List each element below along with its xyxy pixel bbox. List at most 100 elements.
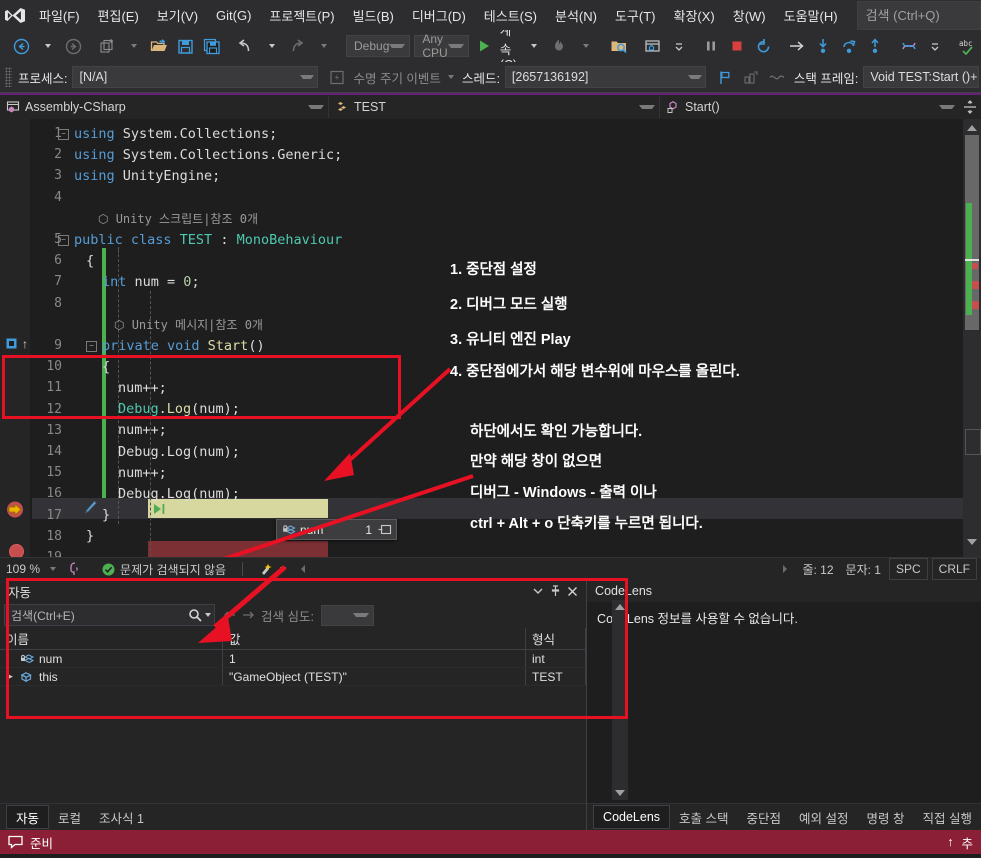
- save-icon[interactable]: [172, 34, 198, 58]
- code-text[interactable]: using System.Collections;: [70, 126, 963, 142]
- navbar-member-combo[interactable]: Start(): [660, 96, 959, 118]
- scroll-up-arrow-icon[interactable]: [967, 125, 977, 131]
- search-depth-combo[interactable]: [320, 604, 374, 626]
- menu-item-help[interactable]: 도움말(H): [775, 1, 847, 30]
- save-all-icon[interactable]: [198, 34, 224, 58]
- code-text[interactable]: public class TEST : MonoBehaviour: [70, 232, 963, 248]
- continue-dropdown[interactable]: [520, 34, 546, 58]
- platform-combo[interactable]: Any CPU: [414, 32, 469, 60]
- code-text[interactable]: Debug.Log(num);: [70, 401, 963, 417]
- unity-inheritance-icon[interactable]: [6, 338, 20, 352]
- new-project-dropdown[interactable]: [120, 34, 146, 58]
- lifecycle-events-label[interactable]: 수명 주기 이벤트: [353, 68, 440, 87]
- menu-item-project[interactable]: 프로젝트(P): [260, 1, 343, 30]
- scroll-down-arrow-icon[interactable]: [615, 790, 625, 796]
- tab-locals[interactable]: 로컬: [49, 806, 90, 828]
- continue-button-label[interactable]: 계속(C): [497, 30, 520, 62]
- spell-check-icon[interactable]: abc: [954, 34, 980, 58]
- process-combo[interactable]: [N/A]: [72, 66, 319, 88]
- hot-reload-icon[interactable]: [546, 34, 572, 58]
- restore-layout-dropdown[interactable]: [666, 34, 692, 58]
- scroll-down-arrow-icon[interactable]: [967, 539, 977, 545]
- codelens-window[interactable]: CodeLens CodeLens 정보를 사용할 수 없습니다. CodeLe…: [587, 580, 981, 830]
- code-editor[interactable]: −1 using System.Collections; 2 using System…: [0, 119, 981, 557]
- restore-layout-icon[interactable]: [640, 34, 666, 58]
- configuration-combo[interactable]: Debug: [346, 35, 411, 57]
- zoom-level[interactable]: 109 %: [0, 559, 62, 579]
- chevron-down-icon[interactable]: [532, 586, 544, 596]
- redo-icon[interactable]: [284, 34, 310, 58]
- undo-icon[interactable]: [232, 34, 258, 58]
- menu-item-file[interactable]: 파일(F): [30, 1, 89, 30]
- menu-item-build[interactable]: 빌드(B): [344, 1, 403, 30]
- step-over-icon[interactable]: [836, 34, 862, 58]
- open-file-icon[interactable]: [146, 34, 172, 58]
- menu-item-window[interactable]: 창(W): [724, 1, 775, 30]
- autos-grid[interactable]: 이름 값 형식 num 1 int ▶ this "GameObject (TEST)" T…: [0, 628, 587, 803]
- close-icon[interactable]: [567, 586, 578, 597]
- tab-codelens[interactable]: CodeLens: [593, 805, 671, 829]
- row-expander-icon[interactable]: ▶: [6, 671, 18, 682]
- scroll-right-arrow-icon[interactable]: [774, 559, 796, 579]
- show-next-statement-icon[interactable]: [784, 34, 810, 58]
- thread-combo[interactable]: [2657136192]: [504, 66, 706, 88]
- navigate-forward-icon[interactable]: [60, 34, 86, 58]
- undo-dropdown[interactable]: [258, 34, 284, 58]
- attach-to-process-icon[interactable]: [606, 34, 632, 58]
- code-text[interactable]: using UnityEngine;: [70, 168, 963, 184]
- menu-item-analyze[interactable]: 분석(N): [546, 1, 606, 30]
- feedback-icon[interactable]: [8, 835, 23, 849]
- codelens-reference-text[interactable]: ⬡ Unity 스크립트|참조 0개: [98, 212, 258, 226]
- screen-reader-icon[interactable]: [62, 559, 88, 579]
- cell-value[interactable]: 1: [223, 650, 526, 667]
- hot-reload-dropdown[interactable]: [572, 34, 598, 58]
- table-row[interactable]: num 1 int: [0, 650, 587, 668]
- stack-frame-combo[interactable]: Void TEST:Start ()+0xf at D:\Un: [863, 66, 979, 88]
- stop-debugging-icon[interactable]: [724, 34, 750, 58]
- quick-search-box[interactable]: 검색 (Ctrl+Q): [856, 0, 981, 30]
- menu-item-git[interactable]: Git(G): [207, 3, 260, 28]
- menu-item-view[interactable]: 보기(V): [148, 1, 207, 30]
- thread-filter-icon[interactable]: [764, 65, 790, 89]
- menu-item-test[interactable]: 테스트(S): [475, 1, 546, 30]
- tab-call-stack[interactable]: 호출 스택: [670, 806, 737, 828]
- start-debug-icon[interactable]: [471, 34, 497, 58]
- redo-dropdown[interactable]: [310, 34, 336, 58]
- breakpoint-glyph[interactable]: [9, 544, 24, 557]
- codelens-reference-text[interactable]: ⬡ Unity 메시지|참조 0개: [114, 318, 263, 332]
- tab-breakpoints[interactable]: 중단점: [738, 806, 791, 828]
- navigate-back-dropdown[interactable]: [34, 34, 60, 58]
- step-out-icon[interactable]: [862, 34, 888, 58]
- scroll-left-arrow-icon[interactable]: [292, 559, 314, 579]
- restart-icon[interactable]: [750, 34, 776, 58]
- code-text[interactable]: num++;: [70, 380, 963, 396]
- show-threads-icon[interactable]: [738, 65, 764, 89]
- code-text[interactable]: ⬡ Unity 스크립트|참조 0개: [70, 210, 963, 227]
- autos-window[interactable]: 자동 검색(Ctrl+E) 검색 심도: 이름 값 형식 num 1 int ▶…: [0, 580, 588, 830]
- scroll-up-arrow-icon[interactable]: [615, 604, 625, 610]
- cell-value[interactable]: "GameObject (TEST)": [223, 668, 526, 685]
- menu-item-edit[interactable]: 편집(E): [89, 1, 148, 30]
- tab-command-window[interactable]: 명령 창: [858, 806, 914, 828]
- menu-item-extensions[interactable]: 확장(X): [665, 1, 724, 30]
- step-into-icon[interactable]: [810, 34, 836, 58]
- column-header-type[interactable]: 형식: [526, 628, 587, 649]
- lifecycle-events-dropdown[interactable]: [447, 75, 454, 79]
- navbar-type-combo[interactable]: TEST: [329, 96, 660, 118]
- thread-marker-dropdown[interactable]: [922, 34, 948, 58]
- lifecycle-events-icon[interactable]: [324, 65, 350, 89]
- cell-name[interactable]: ▶ this: [0, 668, 223, 685]
- navigate-back-icon[interactable]: [8, 34, 34, 58]
- navbar-project-combo[interactable]: Assembly-CSharp: [0, 96, 329, 118]
- eol-indicator[interactable]: CRLF: [931, 558, 977, 580]
- table-row[interactable]: ▶ this "GameObject (TEST)" TEST: [0, 668, 587, 686]
- menu-item-tools[interactable]: 도구(T): [606, 1, 665, 30]
- indentation-indicator[interactable]: SPC: [888, 558, 928, 580]
- break-all-icon[interactable]: [698, 34, 724, 58]
- new-project-icon[interactable]: [94, 34, 120, 58]
- pin-icon[interactable]: [550, 585, 561, 597]
- code-text[interactable]: using System.Collections.Generic;: [70, 147, 963, 163]
- up-arrow-icon[interactable]: ↑: [947, 835, 953, 849]
- tab-watch-1[interactable]: 조사식 1: [90, 806, 153, 828]
- tab-autos[interactable]: 자동: [6, 805, 50, 829]
